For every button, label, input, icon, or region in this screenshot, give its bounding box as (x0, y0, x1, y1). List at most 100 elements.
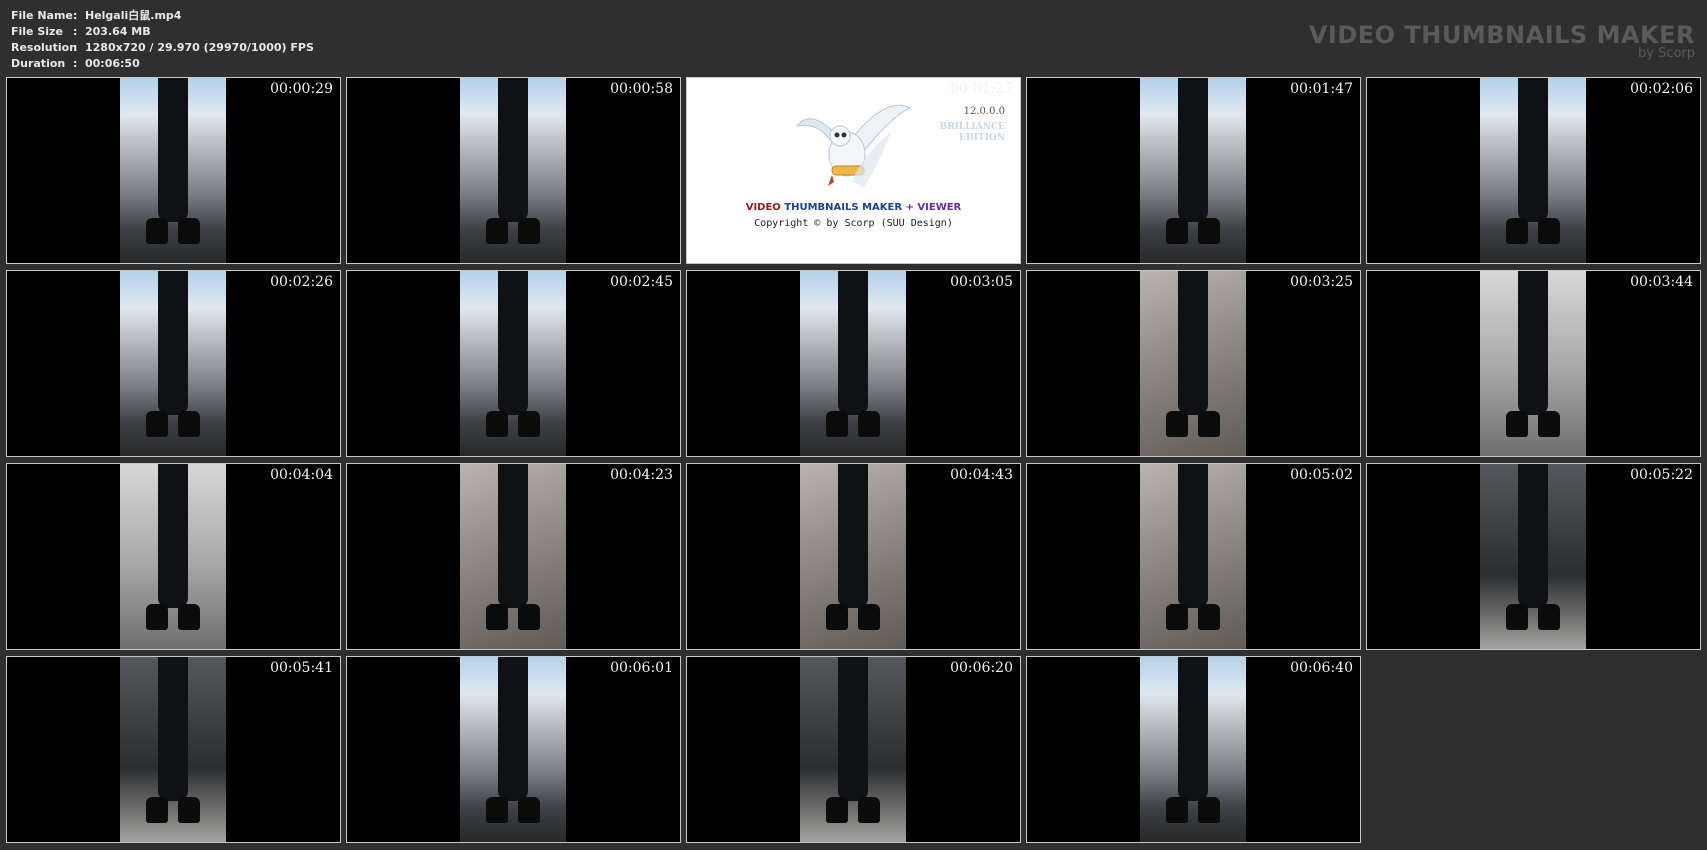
frame-subject (146, 657, 200, 824)
info-value: 203.64 MB (85, 25, 151, 38)
thumbnail-timestamp: 00:06:01 (610, 660, 673, 676)
thumbnail-tile[interactable]: 00:06:40 (1026, 656, 1361, 843)
thumbnail-tile[interactable]: 00:06:20 (686, 656, 1021, 843)
thumbnail-tile[interactable]: 00:02:26 (6, 270, 341, 457)
thumbnail-tile[interactable]: 00:05:22 (1366, 463, 1701, 650)
thumbnail-tile[interactable]: 00:06:01 (346, 656, 681, 843)
thumbnail-timestamp: 00:05:22 (1630, 467, 1693, 483)
logo-copyright: Copyright © by Scorp (SUU Design) (754, 218, 953, 229)
info-value: 1280x720 / 29.970 (29970/1000) FPS (85, 41, 314, 54)
info-row-resolution: Resolution : 1280x720 / 29.970 (29970/10… (11, 40, 314, 56)
logo-title-part: VIEWER (917, 202, 962, 213)
frame-subject (486, 464, 540, 631)
video-frame (1480, 78, 1586, 263)
info-row-file-name: File Name : Helgali白鼠.mp4 (11, 8, 314, 24)
thumbnail-tile[interactable]: 00:04:43 (686, 463, 1021, 650)
thumbnail-timestamp: 00:03:25 (1290, 274, 1353, 290)
thumbnail-timestamp: 00:04:04 (270, 467, 333, 483)
logo-version: 12.0.0.0 (963, 106, 1005, 117)
frame-subject (826, 271, 880, 438)
video-frame (1140, 464, 1246, 649)
thumbnail-timestamp: 00:00:29 (270, 81, 333, 97)
video-frame (120, 78, 226, 263)
info-label: Duration (11, 57, 66, 70)
frame-subject (486, 271, 540, 438)
thumbnail-tile[interactable]: 00:03:05 (686, 270, 1021, 457)
thumbnail-tile[interactable]: 00:04:23 (346, 463, 681, 650)
frame-subject (1166, 657, 1220, 824)
frame-subject (826, 657, 880, 824)
info-separator: : (73, 25, 78, 38)
info-value: Helgali白鼠.mp4 (85, 9, 182, 22)
owl-logo-icon (795, 104, 912, 188)
info-row-file-size: File Size : 203.64 MB (11, 24, 314, 40)
frame-subject (146, 271, 200, 438)
thumbnail-tile[interactable]: 00:03:44 (1366, 270, 1701, 457)
info-separator: : (73, 57, 78, 70)
thumbnail-timestamp: 00:04:43 (950, 467, 1013, 483)
logo-title-part: THUMBNAILS MAKER (784, 202, 906, 213)
video-frame (1140, 657, 1246, 842)
brand-title: VIDEO THUMBNAILS MAKER (1308, 21, 1695, 49)
info-separator: : (73, 9, 78, 22)
brand-watermark: VIDEO THUMBNAILS MAKER by Scorp (1309, 22, 1695, 60)
video-frame (800, 271, 906, 456)
logo-title-part: + (905, 202, 918, 213)
thumbnail-tile[interactable]: 00:00:29 (6, 77, 341, 264)
logo-title: VIDEO THUMBNAILS MAKER + VIEWER (687, 202, 1020, 213)
frame-subject (1506, 464, 1560, 631)
thumbnail-tile[interactable]: 00:02:45 (346, 270, 681, 457)
video-frame (120, 271, 226, 456)
video-frame (1480, 271, 1586, 456)
frame-subject (1166, 271, 1220, 438)
logo-edition: BRILLIANCE EDITION (939, 122, 1005, 143)
thumbnail-timestamp: 00:04:23 (610, 467, 673, 483)
info-label: Resolution (11, 41, 78, 54)
logo-title-part: VIDEO (745, 202, 785, 213)
info-label: File Size (11, 25, 63, 38)
thumbnail-timestamp: 00:06:20 (950, 660, 1013, 676)
frame-subject (1506, 271, 1560, 438)
video-frame (1140, 78, 1246, 263)
video-frame (800, 464, 906, 649)
frame-subject (826, 464, 880, 631)
thumbnail-timestamp: 00:05:41 (270, 660, 333, 676)
info-label: File Name (11, 9, 73, 22)
thumbnail-tile[interactable]: 00:05:02 (1026, 463, 1361, 650)
video-frame (460, 464, 566, 649)
video-frame (460, 271, 566, 456)
thumbnail-timestamp: 00:03:44 (1630, 274, 1693, 290)
thumbnail-tile[interactable]: 00:05:41 (6, 656, 341, 843)
video-frame (800, 657, 906, 842)
thumbnail-tile[interactable]: 00:00:58 (346, 77, 681, 264)
video-frame (120, 657, 226, 842)
frame-subject (486, 78, 540, 245)
thumbnail-timestamp: 00:00:58 (610, 81, 673, 97)
thumbnail-tile[interactable]: 00:03:25 (1026, 270, 1361, 457)
thumbnail-grid: 00:00:29 00:00:58 12.0.0.0 BRILLIANCE EDITI… (6, 77, 1701, 843)
info-separator: : (73, 41, 78, 54)
thumbnail-tile[interactable]: 00:02:06 (1366, 77, 1701, 264)
frame-subject (1506, 78, 1560, 245)
thumbnail-tile[interactable]: 00:01:47 (1026, 77, 1361, 264)
frame-subject (146, 78, 200, 245)
thumbnail-timestamp: 00:01:27 (950, 81, 1013, 97)
frame-subject (146, 464, 200, 631)
thumbnail-tile[interactable]: 00:04:04 (6, 463, 341, 650)
video-frame (460, 78, 566, 263)
app-logo-frame: 12.0.0.0 BRILLIANCE EDITION VIDEO THUMBNAI… (687, 78, 1020, 263)
info-row-duration: Duration : 00:06:50 (11, 56, 314, 72)
frame-subject (1166, 464, 1220, 631)
video-frame (1140, 271, 1246, 456)
frame-subject (1166, 78, 1220, 245)
video-frame (460, 657, 566, 842)
thumbnail-timestamp: 00:03:05 (950, 274, 1013, 290)
thumbnail-timestamp: 00:06:40 (1290, 660, 1353, 676)
thumbnail-timestamp: 00:05:02 (1290, 467, 1353, 483)
video-frame (120, 464, 226, 649)
thumbnail-tile[interactable]: 12.0.0.0 BRILLIANCE EDITION VIDEO THUMBNAI… (686, 77, 1021, 264)
video-frame (1480, 464, 1586, 649)
thumbnail-timestamp: 00:01:47 (1290, 81, 1353, 97)
thumbnail-timestamp: 00:02:45 (610, 274, 673, 290)
frame-subject (486, 657, 540, 824)
